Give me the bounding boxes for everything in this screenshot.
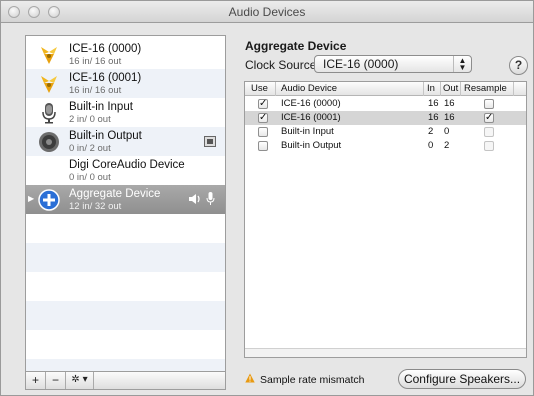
clock-source-select[interactable]: ICE-16 (0000) ▲ ▼ [314,55,472,73]
clock-source-value: ICE-16 (0000) [323,57,399,71]
column-header-use[interactable]: Use [251,83,268,94]
out-cell: 16 [444,112,455,123]
device-name: Aggregate Device [69,188,161,200]
column-separator [513,82,514,96]
microphone-icon [42,103,56,124]
device-name: Built-in Input [69,101,133,113]
resample-checkbox[interactable] [484,99,494,109]
window-title: Audio Devices [228,5,306,19]
subdevice-table[interactable]: Use Audio Device In Out Resample ✓ ICE-1… [244,81,527,358]
empty-row [26,301,225,330]
use-checkbox[interactable]: ✓ [258,99,268,109]
use-checkbox[interactable] [258,127,268,137]
out-cell: 2 [444,140,450,151]
out-cell: 0 [444,126,450,137]
device-io: 0 in/ 0 out [69,172,111,183]
column-separator [423,82,424,96]
title-bar: Audio Devices [1,1,533,23]
device-name: ICE-16 (0001) [69,72,142,84]
warning-icon [245,373,255,383]
speaker-icon [39,132,59,152]
device-row-ice16-0001[interactable]: ICE-16 (0001) 16 in/ 16 out [26,69,225,98]
device-row-aggregate-device[interactable]: ▶ Aggregate Device 12 in/ 32 out [26,185,225,214]
resample-checkbox [484,141,494,151]
sample-rate-warning: Sample rate mismatch [260,374,365,386]
in-cell: 2 [428,126,434,137]
in-cell: 16 [428,112,439,123]
disclosure-triangle-icon[interactable]: ▶ [28,194,34,203]
device-name: Built-in Output [69,130,142,142]
device-name: ICE-16 (0000) [69,43,142,55]
clock-source-label: Clock Source: [245,58,320,72]
help-button[interactable]: ? [509,56,528,75]
device-chip-icon [41,47,57,64]
device-io: 12 in/ 32 out [69,201,122,212]
remove-device-button[interactable]: − [46,372,66,389]
audio-device-cell: Built-in Input [281,126,334,137]
column-header-resample[interactable]: Resample [464,83,507,94]
table-row[interactable]: ✓ ICE-16 (0000) 16 16 [245,97,526,111]
column-header-audio-device[interactable]: Audio Device [281,83,337,94]
add-device-button[interactable]: + [26,372,46,389]
device-row-built-in-output[interactable]: Built-in Output 0 in/ 2 out [26,127,225,156]
resample-checkbox [484,127,494,137]
audio-device-cell: ICE-16 (0001) [281,112,341,123]
in-cell: 0 [428,140,434,151]
default-input-microphone-icon [206,192,215,205]
aggregate-plus-icon [38,189,60,211]
audio-device-cell: Built-in Output [281,140,342,151]
device-row-digi-coreaudio[interactable]: Digi CoreAudio Device 0 in/ 0 out [26,156,225,185]
empty-row [26,243,225,272]
device-chip-icon [41,76,57,93]
out-cell: 16 [444,98,455,109]
device-name: Digi CoreAudio Device [69,159,185,171]
table-row[interactable]: ✓ ICE-16 (0001) 16 16 ✓ [245,111,526,125]
device-io: 16 in/ 16 out [69,85,122,96]
configure-speakers-button[interactable]: Configure Speakers... [398,369,526,389]
action-menu-button[interactable]: ✲ ▾ [66,372,94,389]
device-list[interactable]: ICE-16 (0000) 16 in/ 16 out ICE-16 (0001… [25,35,226,373]
device-io: 16 in/ 16 out [69,56,122,67]
resample-checkbox[interactable]: ✓ [484,113,494,123]
column-header-out[interactable]: Out [443,83,458,94]
table-row[interactable]: Built-in Input 2 0 [245,125,526,139]
column-separator [275,82,276,96]
device-row-built-in-input[interactable]: Built-in Input 2 in/ 0 out [26,98,225,127]
device-io: 2 in/ 0 out [69,114,111,125]
audio-devices-window: Audio Devices ICE-16 (0000) 16 in/ 16 ou… [0,0,534,396]
column-header-in[interactable]: In [427,83,435,94]
default-output-speaker-icon [189,194,200,204]
horizontal-scrollbar[interactable] [245,348,526,357]
output-port-icon [204,136,216,147]
use-checkbox[interactable]: ✓ [258,113,268,123]
audio-device-cell: ICE-16 (0000) [281,98,341,109]
panel-title: Aggregate Device [245,39,347,53]
table-row[interactable]: Built-in Output 0 2 [245,139,526,153]
device-list-toolbar: + − ✲ ▾ [25,371,226,390]
table-header: Use Audio Device In Out Resample [245,82,526,96]
column-separator [460,82,461,96]
device-io: 0 in/ 2 out [69,143,111,154]
in-cell: 16 [428,98,439,109]
column-separator [440,82,441,96]
device-row-ice16-0000[interactable]: ICE-16 (0000) 16 in/ 16 out [26,40,225,69]
chevron-up-down-icon: ▲ ▼ [453,56,471,72]
use-checkbox[interactable] [258,141,268,151]
